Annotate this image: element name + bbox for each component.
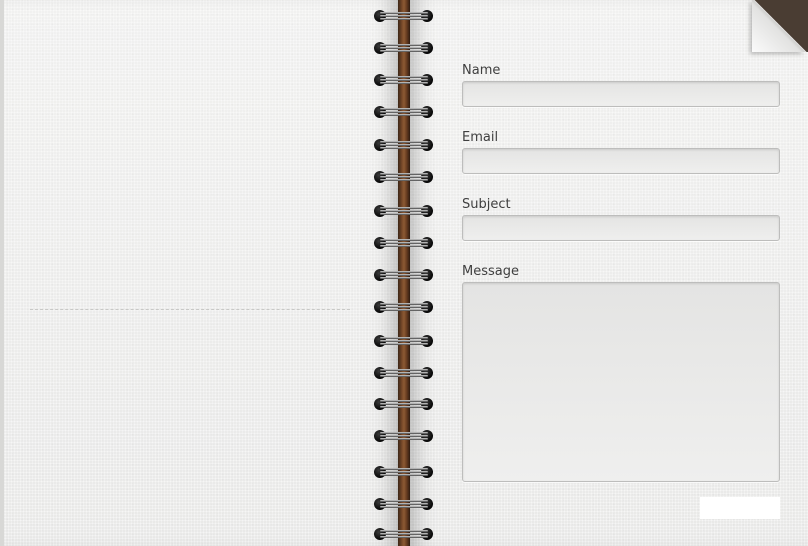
- binding-wire: [380, 141, 428, 143]
- binding-wire: [380, 438, 428, 440]
- spiral-ring: [374, 334, 434, 348]
- spiral-ring: [374, 204, 434, 218]
- binding-wire: [380, 435, 428, 437]
- binding-wire: [380, 406, 428, 408]
- spiral-ring: [374, 465, 434, 479]
- submit-button[interactable]: [700, 497, 780, 519]
- binding-wire: [380, 179, 428, 181]
- binding-wire: [380, 340, 428, 342]
- spiral-ring: [374, 9, 434, 23]
- binding-wire: [380, 400, 428, 402]
- binding-wire: [380, 274, 428, 276]
- binding-wire: [380, 474, 428, 476]
- binding-wire: [380, 144, 428, 146]
- spiral-ring: [374, 300, 434, 314]
- spiral-ring: [374, 366, 434, 380]
- binding-wire: [380, 242, 428, 244]
- spiral-ring: [374, 397, 434, 411]
- name-label: Name: [462, 63, 501, 78]
- binding-wire: [380, 114, 428, 116]
- page-curl-fold: [752, 0, 808, 52]
- binding-wire: [380, 500, 428, 502]
- binding-wire: [380, 372, 428, 374]
- binding-wire: [380, 207, 428, 209]
- binding-wire: [380, 530, 428, 532]
- binding-wire: [380, 403, 428, 405]
- name-input[interactable]: [462, 81, 780, 107]
- binding-wire: [380, 375, 428, 377]
- binding-wire: [380, 533, 428, 535]
- message-textarea[interactable]: [462, 282, 780, 482]
- binding-wire: [380, 306, 428, 308]
- binding-wire: [380, 536, 428, 538]
- binding-wire: [380, 303, 428, 305]
- binding-wire: [380, 277, 428, 279]
- binding-wire: [380, 44, 428, 46]
- left-page: [0, 0, 398, 546]
- binding-wire: [380, 18, 428, 20]
- binding-wire: [380, 176, 428, 178]
- binding-wire: [380, 213, 428, 215]
- binding-wire: [380, 432, 428, 434]
- email-input[interactable]: [462, 148, 780, 174]
- binding-wire: [380, 111, 428, 113]
- binding-wire: [380, 210, 428, 212]
- spiral-ring: [374, 41, 434, 55]
- binding-wire: [380, 468, 428, 470]
- binding-wire: [380, 506, 428, 508]
- spiral-ring: [374, 497, 434, 511]
- spiral-ring: [374, 236, 434, 250]
- binding-wire: [380, 79, 428, 81]
- notebook: Name Email Subject Message: [0, 0, 808, 546]
- spiral-ring: [374, 527, 434, 541]
- spiral-ring: [374, 429, 434, 443]
- subject-label: Subject: [462, 197, 511, 212]
- binding-wire: [380, 309, 428, 311]
- binding-wire: [380, 12, 428, 14]
- binding-wire: [380, 343, 428, 345]
- binding-wire: [380, 173, 428, 175]
- binding-wire: [380, 245, 428, 247]
- spiral-ring: [374, 170, 434, 184]
- binding-wire: [380, 369, 428, 371]
- binding-wire: [380, 337, 428, 339]
- binding-wire: [380, 147, 428, 149]
- spiral-ring: [374, 105, 434, 119]
- binding-wire: [380, 239, 428, 241]
- spiral-ring: [374, 138, 434, 152]
- binding-wire: [380, 15, 428, 17]
- message-label: Message: [462, 264, 519, 279]
- binding-wire: [380, 47, 428, 49]
- binding-wire: [380, 503, 428, 505]
- spiral-ring: [374, 268, 434, 282]
- binding-wire: [380, 76, 428, 78]
- page-curl-corner: [752, 0, 808, 52]
- binding-wire: [380, 108, 428, 110]
- binding-wire: [380, 50, 428, 52]
- binding-wire: [380, 471, 428, 473]
- subject-input[interactable]: [462, 215, 780, 241]
- binding-wire: [380, 82, 428, 84]
- spiral-ring: [374, 73, 434, 87]
- binding-wire: [380, 271, 428, 273]
- email-label: Email: [462, 130, 499, 145]
- dotted-divider: [30, 309, 350, 310]
